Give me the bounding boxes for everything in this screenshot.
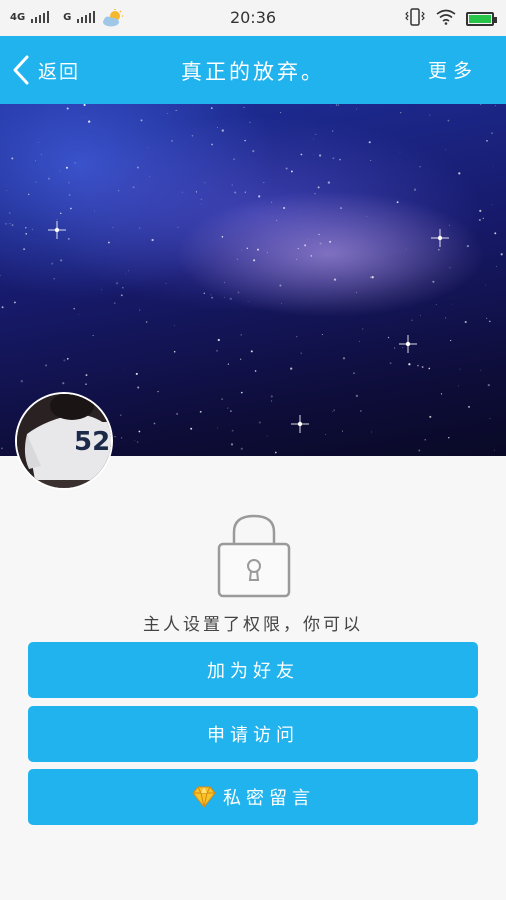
status-right [404,8,497,30]
battery-icon [466,12,497,26]
avatar[interactable]: 52 [15,392,113,490]
private-message-label: 私密留言 [223,788,315,809]
request-access-label: 申请访问 [207,725,299,746]
private-message-button[interactable]: 私密留言 [28,769,478,825]
jersey-number: 52 [74,427,110,457]
request-access-button[interactable]: 申请访问 [28,706,478,762]
add-friend-button[interactable]: 加为好友 [28,642,478,698]
vibrate-icon [404,8,426,30]
diamond-icon [192,786,216,808]
wifi-icon [436,9,456,29]
more-button[interactable]: 更多 [428,56,478,83]
permission-text: 主人设置了权限，你可以 [143,615,363,635]
avatar-image: 52 [17,394,111,488]
nav-bar: 返回 真正的放弃。 更多 [0,36,506,104]
status-bar: 4G G 20:36 [0,0,506,36]
add-friend-label: 加为好友 [207,661,299,682]
lock-icon [216,512,292,598]
